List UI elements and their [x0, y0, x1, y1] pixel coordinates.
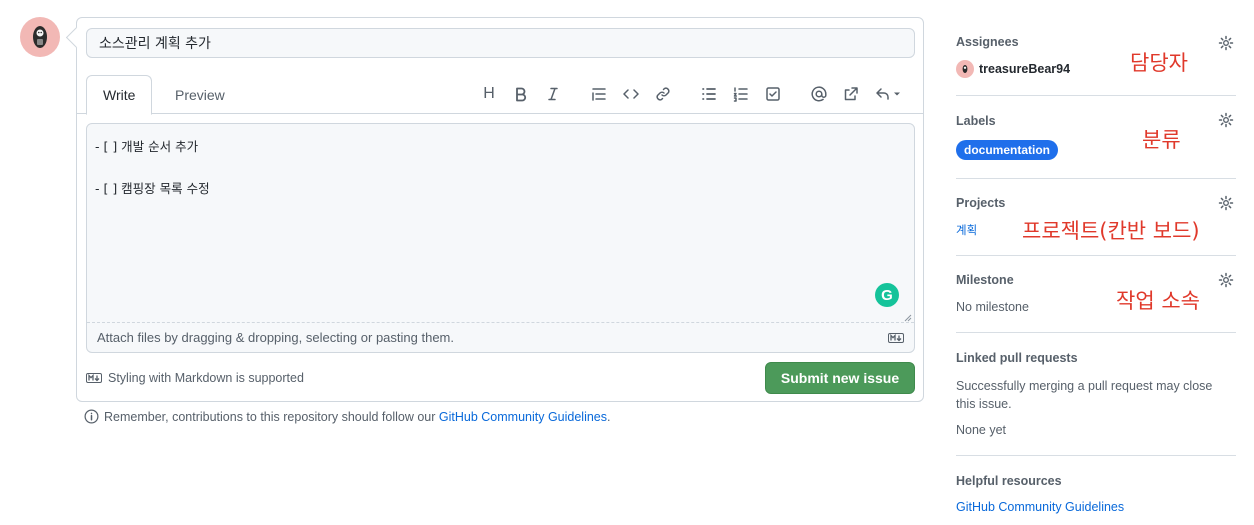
milestone-value: No milestone	[956, 300, 1029, 314]
markdown-icon	[888, 332, 904, 343]
bear-avatar-icon	[33, 26, 47, 48]
labels-section: Labels documentation 분류	[956, 96, 1236, 179]
italic-icon[interactable]	[541, 82, 565, 106]
reference-icon[interactable]	[839, 82, 863, 106]
issue-body-text: - [ ] 개발 순서 추가 - [ ] 캠핑장 목록 수정	[95, 139, 210, 196]
annotation-milestone: 작업 소속	[1116, 289, 1200, 313]
milestone-section: Milestone No milestone 작업 소속	[956, 256, 1236, 333]
contribution-reminder: Remember, contributions to this reposito…	[84, 409, 611, 424]
project-link[interactable]: 계획	[956, 222, 977, 238]
annotation-labels: 분류	[1142, 128, 1181, 152]
assignees-section: Assignees treasureBear94 담당자	[956, 25, 1236, 96]
markdown-support-note[interactable]: Styling with Markdown is supported	[86, 371, 304, 385]
linked-pull-requests-section: Linked pull requests Successfully mergin…	[956, 333, 1236, 456]
markdown-support-label: Styling with Markdown is supported	[108, 371, 304, 385]
code-icon[interactable]	[619, 82, 643, 106]
assignee-avatar	[956, 60, 974, 78]
tab-preview[interactable]: Preview	[159, 75, 241, 115]
markdown-toolbar: H	[477, 82, 913, 106]
quote-icon[interactable]	[587, 82, 611, 106]
ordered-list-icon[interactable]	[729, 82, 753, 106]
unordered-list-icon[interactable]	[697, 82, 721, 106]
attach-files-hint: Attach files by dragging & dropping, sel…	[97, 330, 454, 345]
annotation-assignees: 담당자	[1130, 51, 1188, 75]
reminder-end: .	[607, 409, 611, 424]
milestone-heading[interactable]: Milestone	[956, 273, 1014, 287]
assignee-username: treasureBear94	[979, 62, 1071, 76]
author-avatar[interactable]	[20, 17, 60, 57]
assignees-heading[interactable]: Assignees	[956, 35, 1019, 49]
projects-section: Projects 계획 프로젝트(칸반 보드)	[956, 179, 1236, 256]
linked-pull-requests-heading: Linked pull requests	[956, 351, 1078, 365]
markdown-icon	[86, 373, 102, 383]
info-icon	[84, 409, 99, 424]
submit-new-issue-button[interactable]: Submit new issue	[765, 362, 915, 394]
bear-avatar-icon	[962, 65, 968, 73]
new-issue-form: 소스관리 계획 추가 Write Preview H - [] 개발 순서 추…	[76, 17, 924, 402]
helpful-resources-section: Helpful resources GitHub Community Guide…	[956, 456, 1236, 525]
reminder-text: Remember, contributions to this reposito…	[104, 409, 439, 424]
tab-write[interactable]: Write	[86, 75, 153, 115]
linked-pull-requests-value: None yet	[956, 423, 1007, 437]
form-footer: Styling with Markdown is supported Submi…	[86, 362, 915, 394]
bold-icon[interactable]	[509, 82, 533, 106]
label-documentation[interactable]: documentation	[956, 140, 1058, 160]
gear-icon[interactable]	[1218, 195, 1234, 211]
gear-icon[interactable]	[1218, 112, 1234, 128]
link-icon[interactable]	[651, 82, 675, 106]
task-list-icon[interactable]	[761, 82, 785, 106]
helpful-community-guidelines-link[interactable]: GitHub Community Guidelines	[956, 500, 1124, 514]
assignee-item[interactable]: treasureBear94	[956, 60, 1070, 78]
chevron-down-icon	[894, 92, 900, 96]
heading-icon[interactable]: H	[477, 82, 501, 106]
gear-icon[interactable]	[1218, 272, 1234, 288]
resize-handle-icon[interactable]	[904, 314, 912, 322]
annotation-projects: 프로젝트(칸반 보드)	[1022, 219, 1200, 243]
attach-files-bar[interactable]: Attach files by dragging & dropping, sel…	[87, 322, 914, 352]
labels-heading[interactable]: Labels	[956, 114, 996, 128]
issue-title-input[interactable]: 소스관리 계획 추가	[86, 28, 915, 58]
editor-tab-bar: Write Preview H	[77, 74, 923, 115]
projects-heading[interactable]: Projects	[956, 196, 1005, 210]
grammarly-icon[interactable]: G	[875, 283, 899, 307]
gear-icon[interactable]	[1218, 35, 1234, 51]
reply-icon[interactable]	[871, 82, 905, 106]
community-guidelines-link[interactable]: GitHub Community Guidelines	[439, 410, 607, 424]
mention-icon[interactable]	[807, 82, 831, 106]
helpful-resources-heading: Helpful resources	[956, 474, 1062, 488]
issue-body-textarea[interactable]: - [ ] 개발 순서 추가 - [ ] 캠핑장 목록 수정 G Attach …	[86, 123, 915, 353]
linked-pull-requests-description: Successfully merging a pull request may …	[956, 379, 1213, 411]
